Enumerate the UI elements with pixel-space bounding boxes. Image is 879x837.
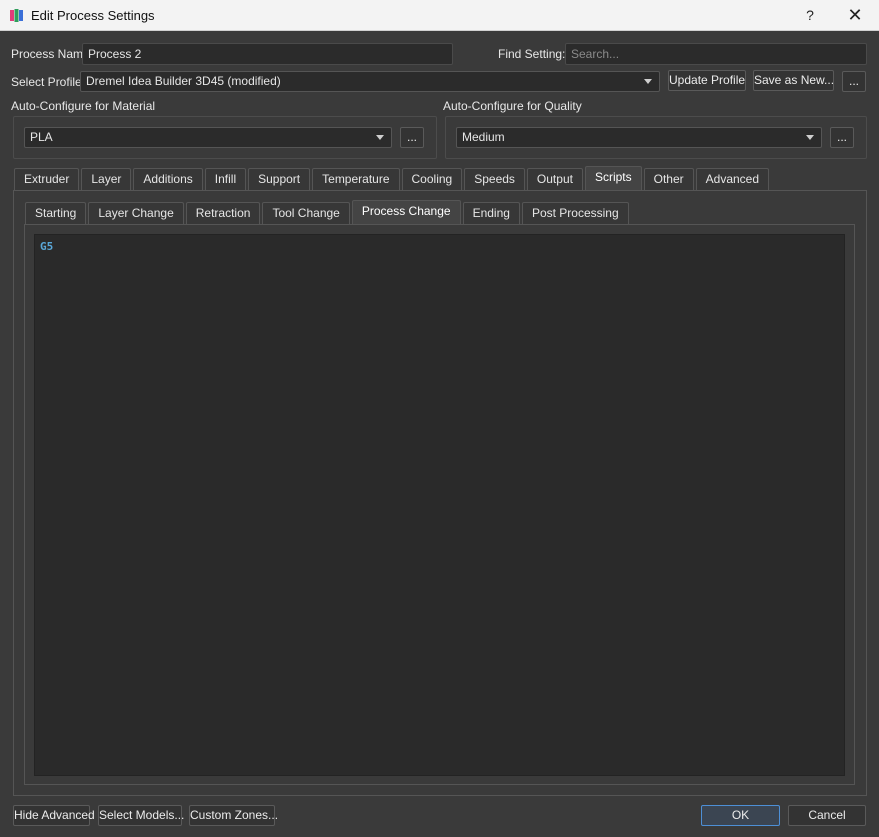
tab-advanced[interactable]: Advanced bbox=[695, 168, 770, 190]
window-title: Edit Process Settings bbox=[31, 8, 155, 23]
tab-process-change[interactable]: Process Change bbox=[351, 200, 461, 224]
tab-cooling[interactable]: Cooling bbox=[401, 168, 463, 190]
help-button[interactable]: ? bbox=[790, 2, 830, 29]
chevron-down-icon bbox=[376, 135, 384, 140]
app-logo-icon bbox=[10, 9, 23, 22]
tab-ending[interactable]: Ending bbox=[462, 202, 520, 224]
update-profile-button[interactable]: Update Profile bbox=[668, 70, 746, 91]
tab-layer-change[interactable]: Layer Change bbox=[88, 202, 184, 224]
find-setting-input[interactable]: Search... bbox=[565, 43, 867, 65]
chevron-down-icon bbox=[806, 135, 814, 140]
material-label: Auto-Configure for Material bbox=[11, 99, 156, 113]
profile-select-value: Dremel Idea Builder 3D45 (modified) bbox=[86, 74, 281, 88]
tab-tool-change[interactable]: Tool Change bbox=[262, 202, 350, 224]
tab-other[interactable]: Other bbox=[643, 168, 694, 190]
title-bar: Edit Process Settings ? ✕ bbox=[0, 0, 879, 31]
close-button[interactable]: ✕ bbox=[835, 2, 875, 29]
save-as-new-button[interactable]: Save as New... bbox=[753, 70, 834, 91]
tab-scripts[interactable]: Scripts bbox=[584, 166, 642, 190]
chevron-down-icon bbox=[644, 79, 652, 84]
tab-output[interactable]: Output bbox=[526, 168, 583, 190]
profile-select[interactable]: Dremel Idea Builder 3D45 (modified) bbox=[80, 71, 660, 92]
ok-button[interactable]: OK bbox=[701, 805, 780, 826]
tab-infill[interactable]: Infill bbox=[204, 168, 247, 190]
quality-select[interactable]: Medium bbox=[456, 127, 822, 148]
hide-advanced-button[interactable]: Hide Advanced bbox=[13, 805, 95, 826]
process-name-input[interactable]: Process 2 bbox=[82, 43, 453, 65]
quality-more-button[interactable]: ... bbox=[830, 127, 854, 148]
script-text: G5 bbox=[40, 240, 54, 253]
process-name-label: Process Name bbox=[11, 47, 90, 61]
tab-starting[interactable]: Starting bbox=[25, 202, 87, 224]
tab-support[interactable]: Support bbox=[248, 168, 311, 190]
select-profile-label: Select Profile bbox=[11, 75, 82, 89]
script-tabs: Starting Layer Change Retraction Tool Ch… bbox=[25, 200, 631, 224]
tab-temperature[interactable]: Temperature bbox=[312, 168, 400, 190]
tab-extruder[interactable]: Extruder bbox=[14, 168, 80, 190]
tab-post-processing[interactable]: Post Processing bbox=[521, 202, 629, 224]
material-select[interactable]: PLA bbox=[24, 127, 392, 148]
material-more-button[interactable]: ... bbox=[400, 127, 424, 148]
quality-label: Auto-Configure for Quality bbox=[443, 99, 582, 113]
custom-zones-button[interactable]: Custom Zones... bbox=[189, 805, 278, 826]
tab-speeds[interactable]: Speeds bbox=[464, 168, 525, 190]
tab-retraction[interactable]: Retraction bbox=[185, 202, 261, 224]
profile-more-button[interactable]: ... bbox=[842, 71, 866, 92]
cancel-button[interactable]: Cancel bbox=[788, 805, 866, 826]
script-editor[interactable]: G5 bbox=[34, 234, 845, 776]
select-models-button[interactable]: Select Models... bbox=[98, 805, 184, 826]
tab-layer[interactable]: Layer bbox=[81, 168, 132, 190]
find-setting-label: Find Setting: bbox=[498, 47, 566, 61]
quality-select-value: Medium bbox=[462, 130, 505, 144]
material-select-value: PLA bbox=[30, 130, 53, 144]
main-tabs: Extruder Layer Additions Infill Support … bbox=[14, 166, 771, 190]
tab-additions[interactable]: Additions bbox=[133, 168, 203, 190]
